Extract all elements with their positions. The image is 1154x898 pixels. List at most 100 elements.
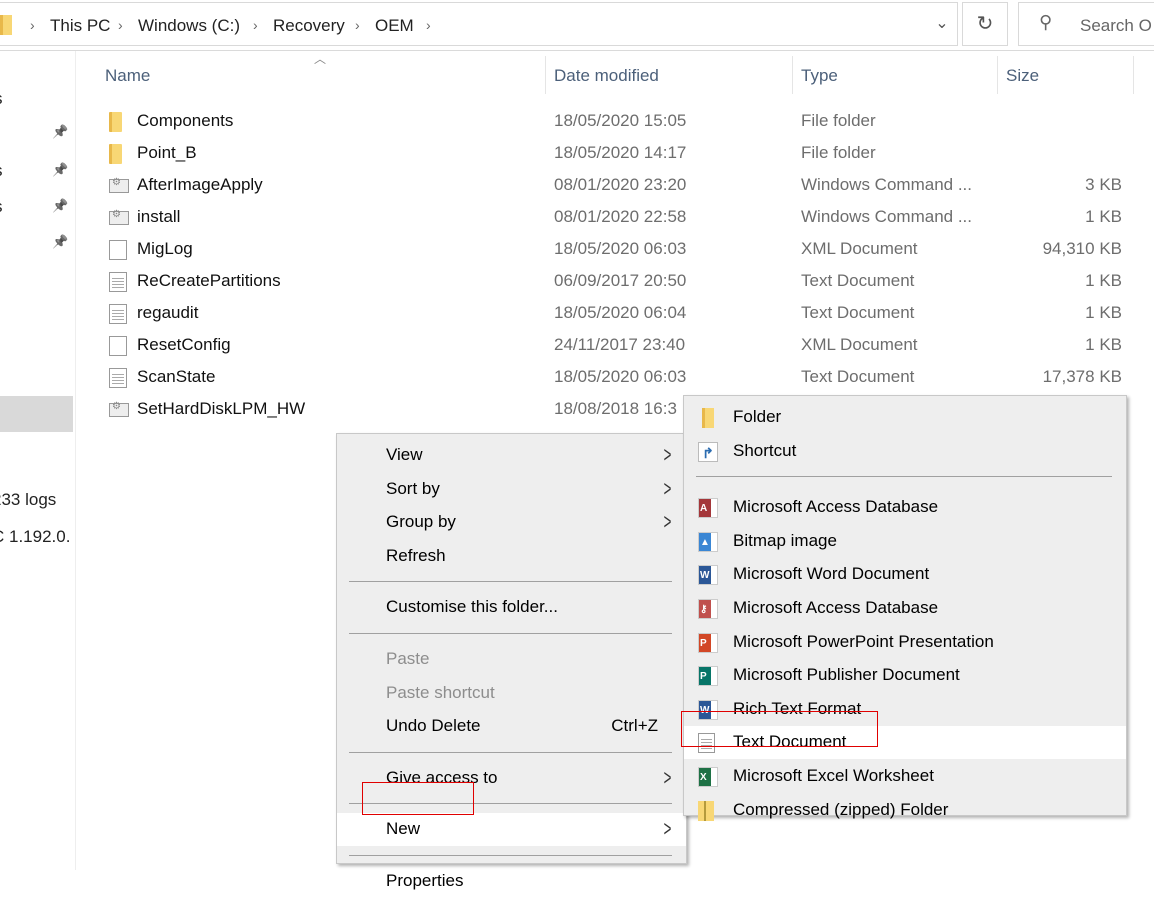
new-submenu: Folder ↱ Shortcut A Microsoft Access Databas… xyxy=(683,395,1127,821)
menu-item-label: View xyxy=(386,445,423,464)
shortcut-icon: ↱ xyxy=(698,441,718,462)
new-item-word[interactable]: W Microsoft Word Document xyxy=(684,558,1126,591)
file-size: 17,378 KB xyxy=(1042,367,1122,386)
folder-icon xyxy=(702,408,714,428)
file-row[interactable]: Point_B 18/05/2020 14:17 File folder xyxy=(105,137,1135,169)
menu-item-label: Microsoft Excel Worksheet xyxy=(733,766,934,785)
column-separator[interactable] xyxy=(792,56,793,94)
document-icon xyxy=(109,336,127,356)
file-size: 3 KB xyxy=(1085,175,1122,194)
highlight-box-text-document xyxy=(681,711,878,747)
chevron-right-icon: › xyxy=(118,17,123,33)
breadcrumb-item[interactable]: Windows (C:) xyxy=(138,16,240,36)
column-header-type[interactable]: Type xyxy=(801,66,838,86)
menu-separator xyxy=(349,581,672,583)
file-date: 18/05/2020 06:04 xyxy=(554,303,687,322)
menu-item-group-by[interactable]: Group by > xyxy=(337,506,686,539)
nav-item[interactable]: s xyxy=(0,89,76,109)
column-separator[interactable] xyxy=(997,56,998,94)
new-item-access[interactable]: ⚷ Microsoft Access Database xyxy=(684,592,1126,625)
chevron-right-icon[interactable]: › xyxy=(426,17,431,33)
batch-file-icon xyxy=(109,177,129,193)
publisher-icon: P xyxy=(698,666,718,687)
nav-item-selected[interactable] xyxy=(0,396,73,432)
chevron-down-icon[interactable]: ⌄ xyxy=(925,2,959,46)
pin-icon: 📌 xyxy=(52,124,69,139)
search-input[interactable]: ⚲ Search O xyxy=(1018,2,1154,46)
shortcut-label: Ctrl+Z xyxy=(611,716,658,736)
file-size: 1 KB xyxy=(1085,303,1122,322)
menu-item-view[interactable]: View > xyxy=(337,439,686,472)
file-date: 18/05/2020 06:03 xyxy=(554,367,687,386)
new-item-folder[interactable]: Folder xyxy=(684,401,1126,434)
word-icon: W xyxy=(698,565,718,586)
column-header-date[interactable]: Date modified xyxy=(554,66,659,86)
access-icon: A xyxy=(698,498,718,519)
search-placeholder: Search O xyxy=(1080,16,1152,35)
refresh-button[interactable]: ↻ xyxy=(962,2,1008,46)
menu-item-refresh[interactable]: Refresh xyxy=(337,540,686,573)
file-row[interactable]: MigLog 18/05/2020 06:03 XML Document 94,310… xyxy=(105,233,1135,265)
zip-icon xyxy=(698,800,714,821)
file-type: XML Document xyxy=(801,239,918,258)
file-row[interactable]: Components 18/05/2020 15:05 File folder xyxy=(105,105,1135,137)
menu-item-label: Undo Delete xyxy=(386,716,481,736)
file-type: Text Document xyxy=(801,303,915,322)
folder-icon xyxy=(0,15,12,35)
breadcrumb-item[interactable]: Recovery xyxy=(273,16,345,36)
file-name: Point_B xyxy=(137,143,197,162)
divider xyxy=(0,50,1154,51)
new-item-bitmap[interactable]: ▲ Bitmap image xyxy=(684,525,1126,558)
new-item-publisher[interactable]: P Microsoft Publisher Document xyxy=(684,659,1126,692)
file-row[interactable]: ResetConfig 24/11/2017 23:40 XML Document 1… xyxy=(105,329,1135,361)
access-icon: ⚷ xyxy=(698,599,718,619)
file-name: Components xyxy=(137,111,234,130)
file-row[interactable]: install 08/01/2020 22:58 Windows Command .… xyxy=(105,201,1135,233)
menu-item-paste-shortcut: Paste shortcut xyxy=(337,677,686,710)
pin-icon: 📌 xyxy=(52,234,69,249)
file-name: SetHardDiskLPM_HW xyxy=(137,399,306,418)
file-size: 1 KB xyxy=(1085,271,1122,290)
chevron-right-icon: > xyxy=(663,816,672,842)
new-item-shortcut[interactable]: ↱ Shortcut xyxy=(684,435,1126,468)
menu-item-label: Microsoft Access Database xyxy=(733,497,939,517)
file-row[interactable]: regaudit 18/05/2020 06:04 Text Document 1 K… xyxy=(105,297,1135,329)
nav-item[interactable]: 233 logs xyxy=(0,490,76,510)
chevron-right-icon: > xyxy=(663,764,672,790)
search-icon: ⚲ xyxy=(1039,12,1053,32)
column-separator[interactable] xyxy=(545,56,546,94)
file-date: 18/05/2020 14:17 xyxy=(554,143,687,162)
file-row[interactable]: AfterImageApply 08/01/2020 23:20 Windows C… xyxy=(105,169,1135,201)
excel-icon: X xyxy=(698,767,718,787)
menu-separator xyxy=(349,633,672,634)
file-row[interactable]: ScanState 18/05/2020 06:03 Text Document 17… xyxy=(105,361,1135,393)
new-item-zip[interactable]: Compressed (zipped) Folder xyxy=(684,794,1126,827)
menu-item-customise-this-folder[interactable]: Customise this folder... xyxy=(337,591,686,624)
column-header-size[interactable]: Size xyxy=(1006,66,1039,86)
column-separator[interactable] xyxy=(1133,56,1134,94)
column-header-name[interactable]: Name xyxy=(105,66,150,86)
breadcrumb-item[interactable]: OEM xyxy=(375,16,414,36)
menu-separator xyxy=(349,855,672,856)
file-name: ReCreatePartitions xyxy=(137,271,281,290)
pin-icon: 📌 xyxy=(52,162,69,177)
new-item-powerpoint[interactable]: P Microsoft PowerPoint Presentation xyxy=(684,626,1126,659)
menu-item-label: Bitmap image xyxy=(733,530,837,550)
breadcrumb-item[interactable]: This PC xyxy=(50,16,110,36)
chevron-right-icon: › xyxy=(30,17,35,33)
menu-item-new[interactable]: New > xyxy=(337,813,686,847)
nav-item[interactable]: C 1.192.0. xyxy=(0,527,76,547)
document-icon xyxy=(109,240,127,260)
file-date: 18/08/2018 16:3 xyxy=(554,399,677,418)
file-date: 06/09/2017 20:50 xyxy=(554,271,687,290)
file-type: XML Document xyxy=(801,335,918,354)
menu-item-sort-by[interactable]: Sort by > xyxy=(337,473,686,506)
file-row[interactable]: ReCreatePartitions 06/09/2017 20:50 Text D… xyxy=(105,265,1135,297)
menu-item-label: Microsoft PowerPoint Presentation xyxy=(733,631,994,651)
menu-item-undo-delete[interactable]: Undo Delete Ctrl+Z xyxy=(337,710,686,743)
address-bar[interactable]: › This PC › Windows (C:) › Recovery › OEM › xyxy=(0,2,958,46)
text-file-icon xyxy=(109,304,127,324)
new-item-excel[interactable]: X Microsoft Excel Worksheet xyxy=(684,760,1126,793)
new-item-access[interactable]: A Microsoft Access Database xyxy=(684,491,1126,524)
batch-file-icon xyxy=(109,401,129,417)
